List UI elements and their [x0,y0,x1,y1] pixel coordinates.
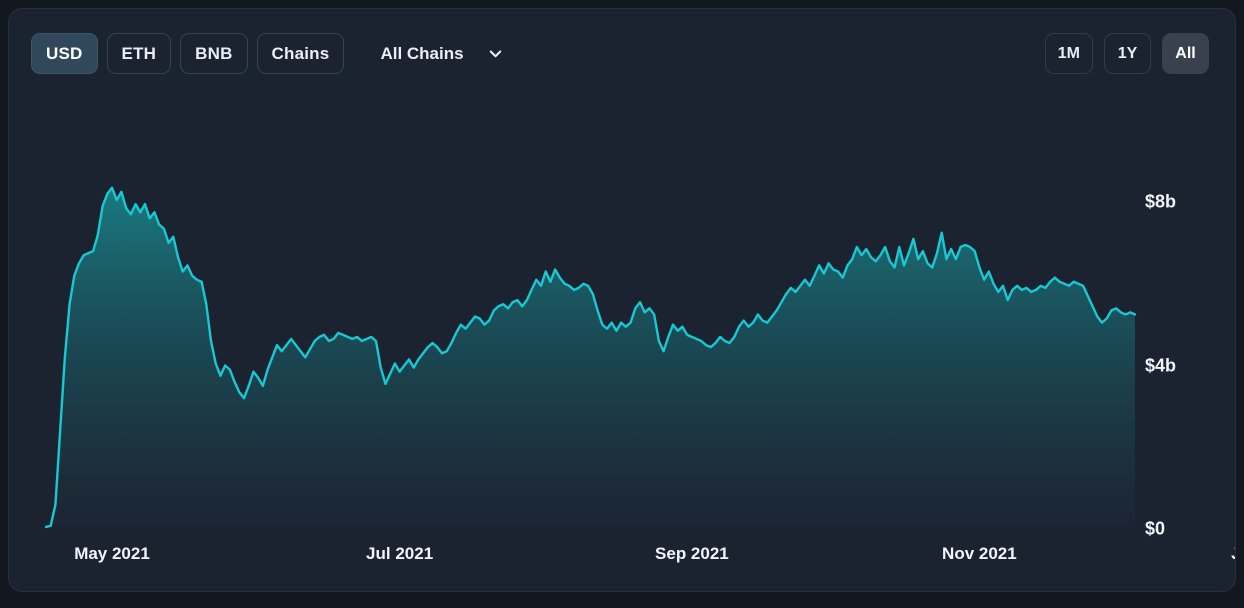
unit-button-bnb-label: BNB [195,43,233,63]
unit-button-usd[interactable]: USD [31,33,98,74]
chain-filter-label: All Chains [380,43,464,63]
tvl-area-chart[interactable] [9,95,1236,592]
unit-button-chains[interactable]: Chains [256,33,345,74]
unit-button-chains-label: Chains [271,43,330,63]
unit-selector-group: USD ETH BNB Chains All Chains [31,33,518,74]
range-selector-group: 1M 1Y All [1044,33,1209,74]
tvl-chart-card: USD ETH BNB Chains All Chains 1M 1Y All … [8,8,1236,592]
range-button-1y-label: 1Y [1117,44,1138,62]
chain-filter-dropdown[interactable]: All Chains [365,33,517,74]
range-button-1m-label: 1M [1057,44,1080,62]
range-button-all[interactable]: All [1162,33,1209,74]
chevron-down-icon [486,44,505,63]
chart-area-fill [46,187,1135,529]
chart-area[interactable]: $8b $4b $0 May 2021 Jul 2021 Sep 2021 Nov 202… [9,95,1236,592]
unit-button-bnb[interactable]: BNB [180,33,248,74]
unit-button-usd-label: USD [46,43,83,63]
unit-button-eth[interactable]: ETH [106,33,172,74]
range-button-1m[interactable]: 1M [1044,33,1093,74]
range-button-all-label: All [1175,44,1196,62]
unit-button-eth-label: ETH [121,43,157,63]
chart-page: USD ETH BNB Chains All Chains 1M 1Y All … [0,0,1244,608]
chart-toolbar: USD ETH BNB Chains All Chains 1M 1Y All [9,9,1235,95]
range-button-1y[interactable]: 1Y [1104,33,1151,74]
